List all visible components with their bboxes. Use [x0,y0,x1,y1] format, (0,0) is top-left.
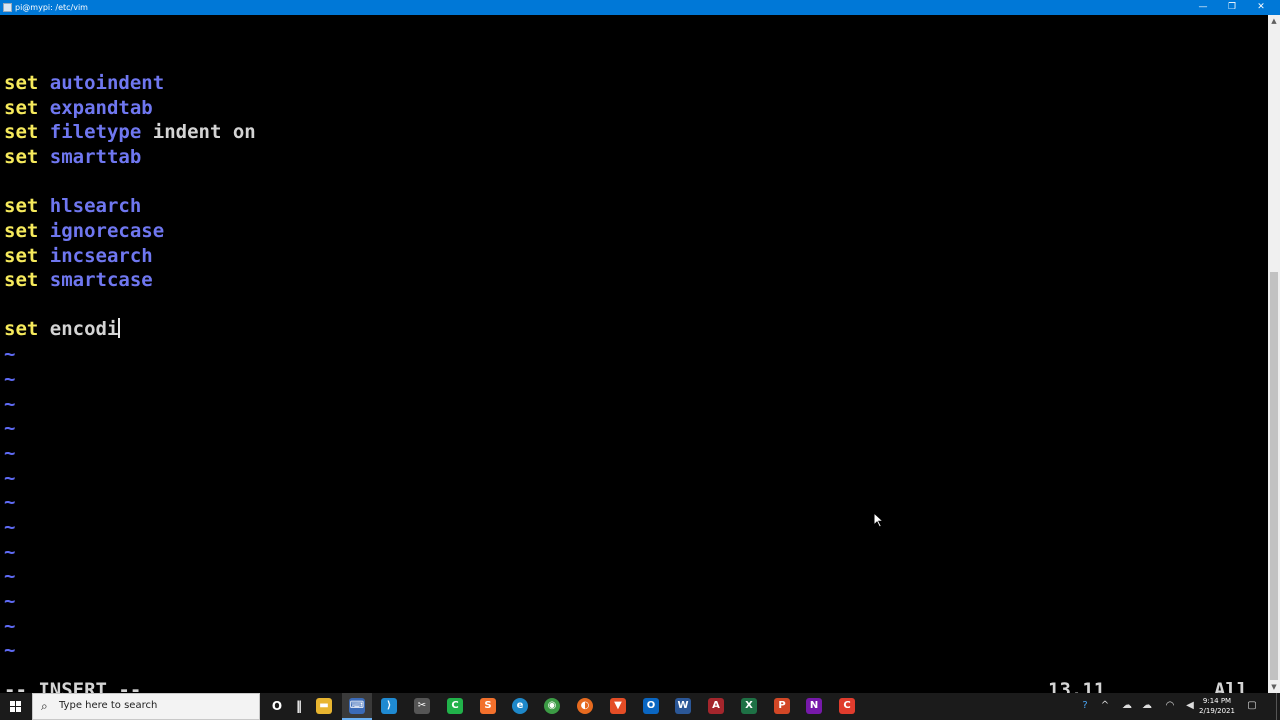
option-name: hlsearch [49,195,142,217]
search-placeholder: Type here to search [59,700,158,711]
option-name: filetype [49,121,142,143]
vscode-icon[interactable]: ⟩ [381,698,397,714]
code-line: set ignorecase [4,219,164,243]
code-line: set hlsearch [4,194,141,218]
taskbar-clock[interactable]: 9:14 PM 2/19/2021 [1196,696,1238,716]
camtasia-icon[interactable]: C [839,698,855,714]
empty-line-marker: ~ [4,639,16,661]
access-icon[interactable]: A [708,698,724,714]
empty-line-marker: ~ [4,467,16,489]
notifications-icon[interactable]: ▢ [1246,700,1258,712]
mouse-pointer-icon [873,512,885,528]
show-desktop-button[interactable] [1276,693,1280,720]
empty-line-marker: ~ [4,442,16,464]
close-button[interactable]: ✕ [1247,0,1275,15]
start-button[interactable] [0,693,32,720]
onenote-icon[interactable]: N [806,698,822,714]
keyword: set [4,121,39,143]
clock-date: 2/19/2021 [1199,707,1235,715]
chrome-icon[interactable]: ◉ [544,698,560,714]
keyword: set [4,97,39,119]
volume-icon[interactable]: ◀ [1184,700,1196,712]
option-name: incsearch [49,245,153,267]
keyword: set [4,146,39,168]
code-line-current: set encodi [4,317,121,341]
vertical-scrollbar[interactable]: ▲ ▼ [1268,15,1280,693]
empty-line-marker: ~ [4,590,16,612]
scrollbar-thumb[interactable] [1270,272,1278,680]
keyword: set [4,269,39,291]
empty-line-marker: ~ [4,541,16,563]
show-hidden-icons-chevron-icon[interactable]: ^ [1099,700,1111,712]
snipping-tool-icon[interactable]: ✂ [414,698,430,714]
empty-line-marker: ~ [4,615,16,637]
text-cursor [118,318,121,338]
code-line: set filetype indent on [4,120,256,144]
empty-line-marker: ~ [4,417,16,439]
cloud-sync-icon[interactable]: ☁ [1141,700,1153,712]
empty-line-marker: ~ [4,343,16,365]
vim-editor[interactable]: set autoindent set expandtab set filetyp… [0,15,1268,701]
wifi-icon[interactable]: ◠ [1164,700,1176,712]
code-line: set incsearch [4,244,153,268]
empty-line-marker: ~ [4,393,16,415]
windows-logo-icon [10,701,21,712]
code-line: set smarttab [4,145,141,169]
brave-icon[interactable]: ▼ [610,698,626,714]
taskbar-search-box[interactable]: ⌕ Type here to search [32,693,260,720]
powerpoint-icon[interactable]: P [774,698,790,714]
cortana-icon[interactable]: O [269,698,285,714]
task-view-icon[interactable]: ‖ [291,698,307,714]
keyword: set [4,72,39,94]
clock-time: 9:14 PM [1202,697,1232,705]
option-value: indent on [152,121,256,143]
edge-icon[interactable]: e [512,698,528,714]
typed-text: encodi [49,318,119,340]
firefox-icon[interactable]: ◐ [577,698,593,714]
search-icon: ⌕ [41,699,48,713]
maximize-button[interactable]: ❐ [1218,0,1246,15]
keyword: set [4,195,39,217]
minimize-button[interactable]: — [1189,0,1217,15]
word-icon[interactable]: W [675,698,691,714]
keyword: set [4,245,39,267]
option-name: autoindent [49,72,165,94]
title-bar: pi@mypi: /etc/vim — ❐ ✕ [0,0,1280,15]
help-icon[interactable]: ? [1079,700,1091,712]
empty-line-marker: ~ [4,565,16,587]
code-line: set smartcase [4,268,153,292]
option-name: smarttab [49,146,142,168]
terminal-app-icon[interactable] [3,3,12,12]
option-name: expandtab [49,97,153,119]
option-name: ignorecase [49,220,165,242]
code-line: set expandtab [4,96,153,120]
scroll-down-arrow-icon[interactable]: ▼ [1268,681,1280,693]
scroll-up-arrow-icon[interactable]: ▲ [1268,15,1280,27]
onedrive-icon[interactable]: ☁ [1121,700,1133,712]
empty-line-marker: ~ [4,516,16,538]
empty-line-marker: ~ [4,491,16,513]
taskbar: ⌕ Type here to search O ‖ ▬ ⌨ ⟩ ✂ C S e … [0,693,1280,720]
code-line: set autoindent [4,71,164,95]
option-name: smartcase [49,269,153,291]
sublime-icon[interactable]: S [480,698,496,714]
empty-line-marker: ~ [4,368,16,390]
file-explorer-icon[interactable]: ▬ [316,698,332,714]
window-title: pi@mypi: /etc/vim [15,3,88,12]
keyword: set [4,318,39,340]
keyword: set [4,220,39,242]
outlook-icon[interactable]: O [643,698,659,714]
excel-icon[interactable]: X [741,698,757,714]
pycharm-icon[interactable]: C [447,698,463,714]
putty-icon[interactable]: ⌨ [349,698,365,714]
